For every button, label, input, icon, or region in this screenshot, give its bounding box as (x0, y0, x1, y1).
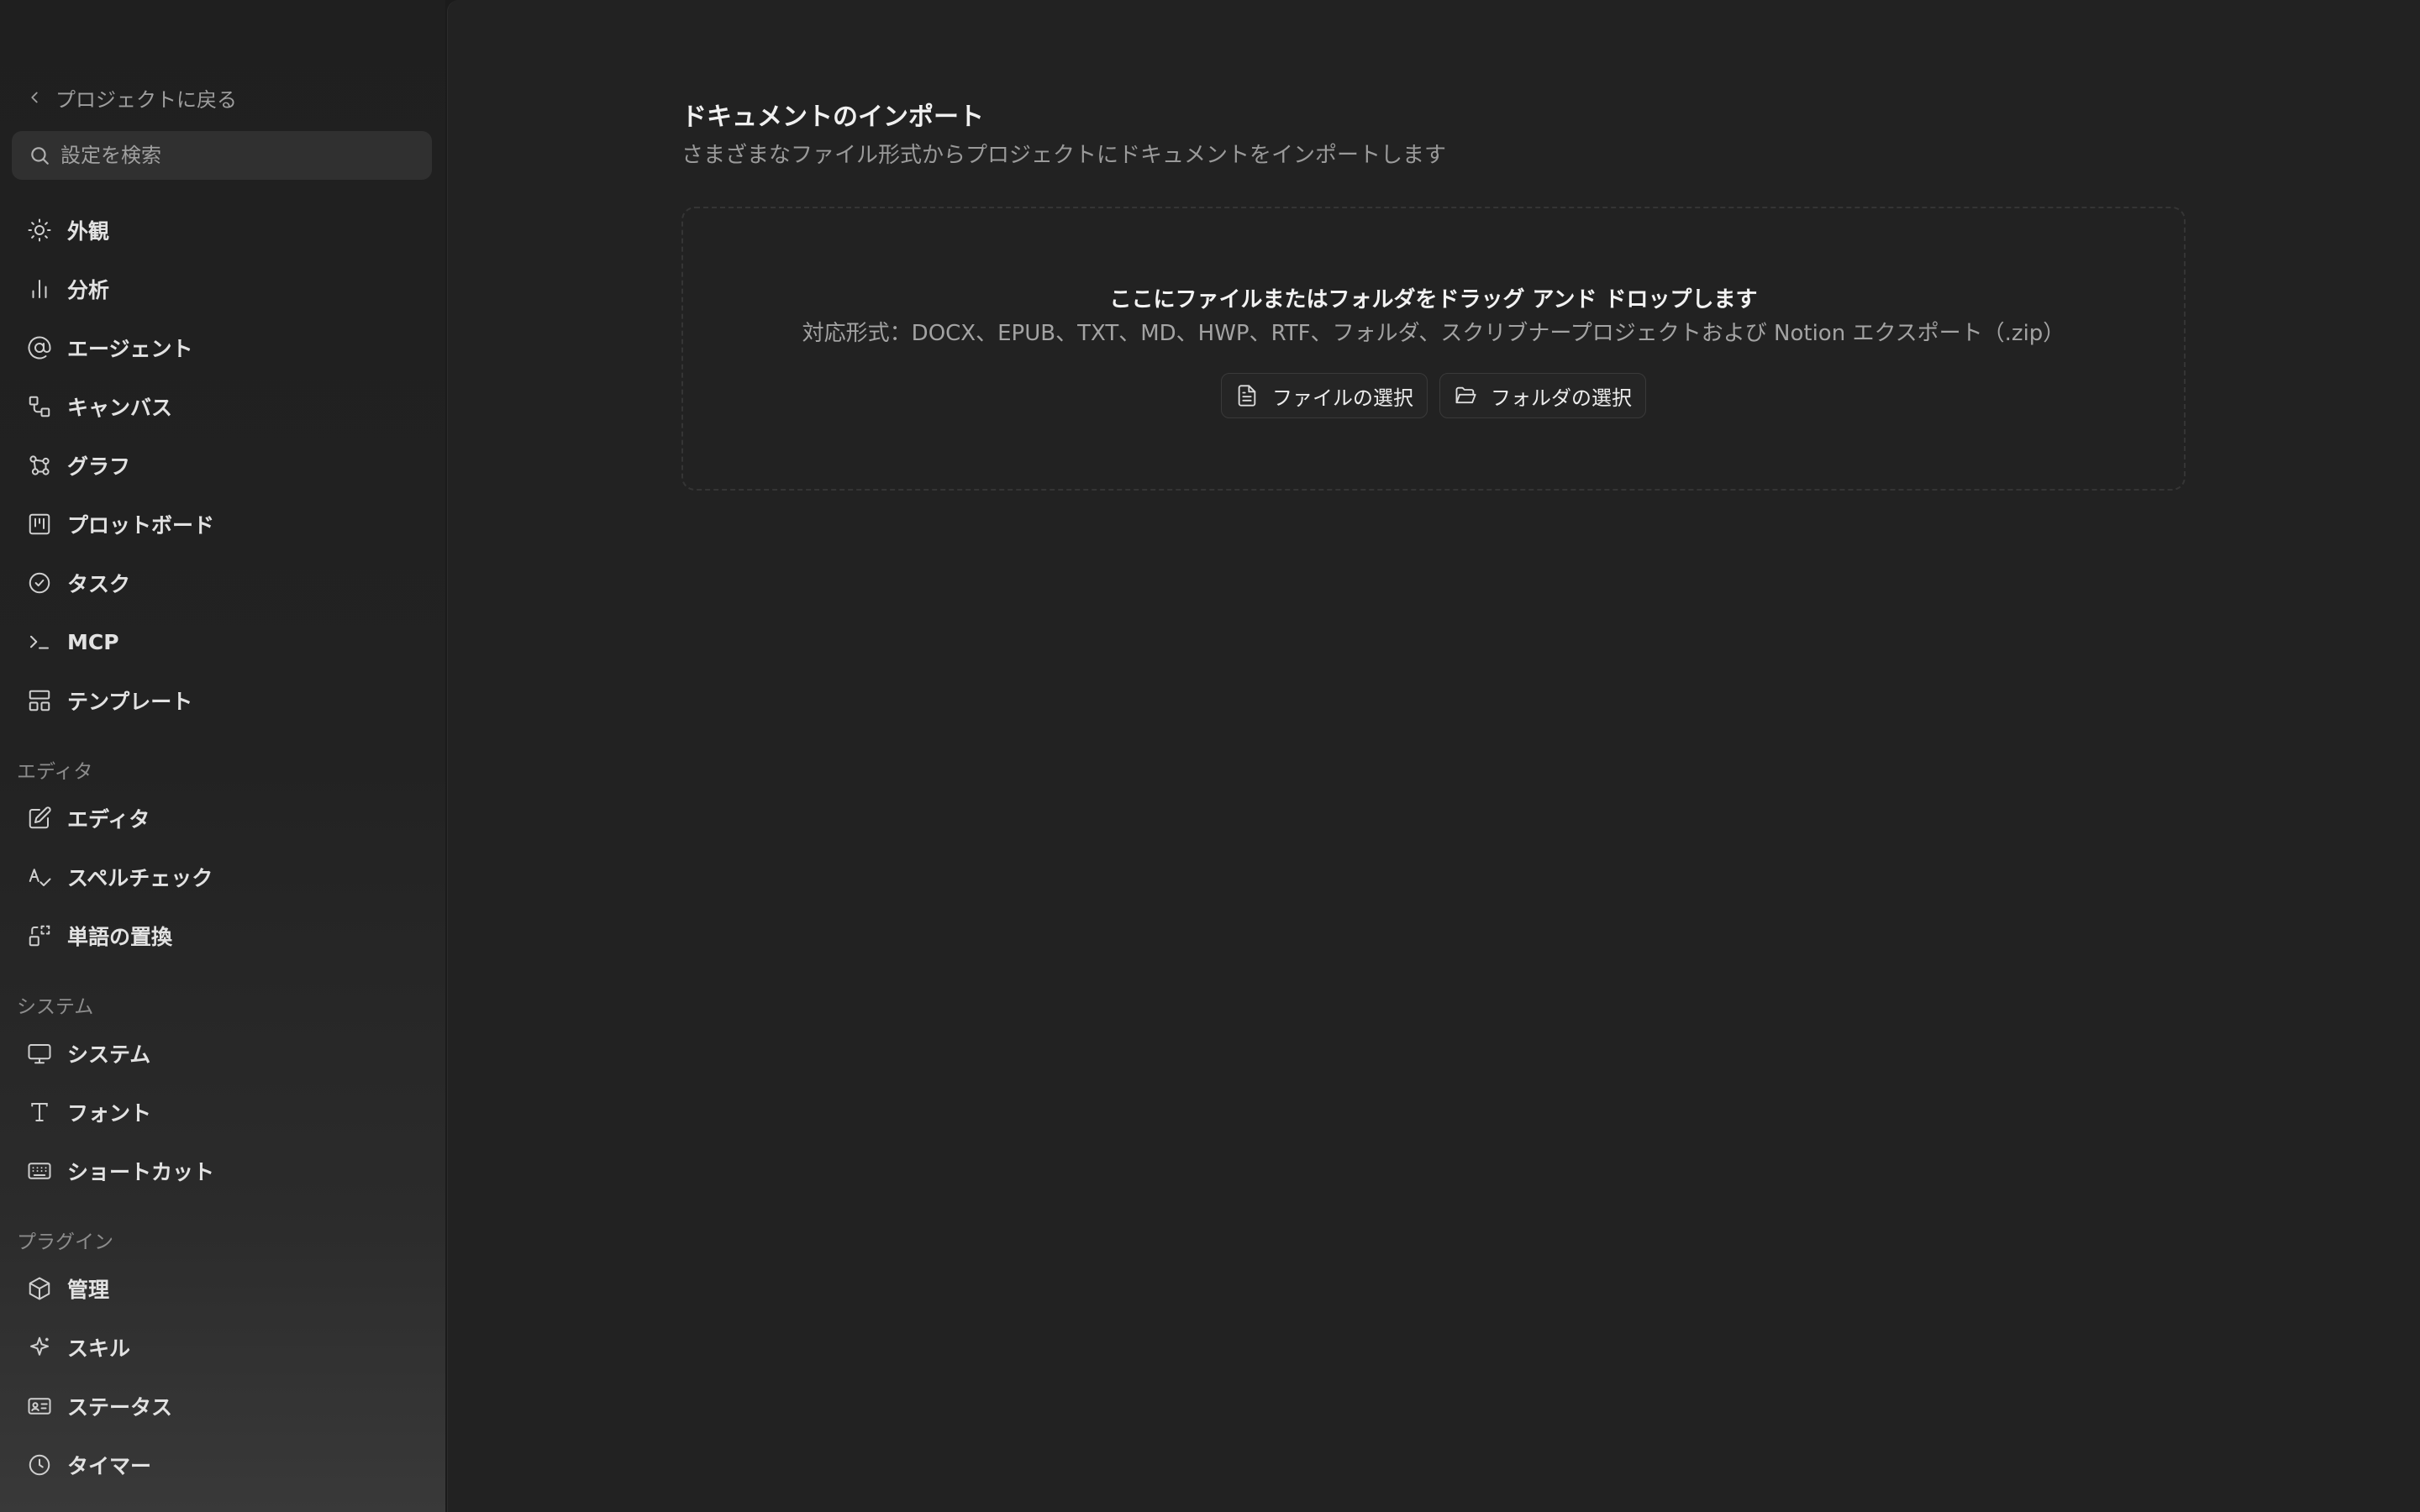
import-dropzone[interactable]: ここにファイルまたはフォルダをドラッグ アンド ドロップします 対応形式：DOC… (681, 207, 2186, 491)
spell-check-icon (29, 869, 51, 886)
back-label: プロジェクトに戻る (55, 87, 237, 112)
sidebar-item-label: テンプレート (67, 690, 193, 714)
sidebar-item-label: ステータス (67, 1395, 173, 1420)
sidebar-item-label: 外観 (67, 219, 110, 244)
back-to-project-link[interactable]: プロジェクトに戻る (25, 81, 237, 114)
sidebar-item-manage[interactable]: 管理 (12, 1264, 432, 1313)
sidebar-item-tasks[interactable]: タスク (12, 559, 432, 607)
sidebar-item-skills[interactable]: スキル (12, 1323, 432, 1372)
sidebar-item-appearance[interactable]: 外観 (12, 206, 432, 255)
layout-icon (29, 690, 50, 711)
sidebar-item-mcp[interactable]: MCP (12, 617, 432, 666)
sidebar-item-label: フォント (67, 1101, 152, 1126)
sidebar-item-editor[interactable]: エディタ (12, 794, 432, 843)
section-label-system: システム (17, 996, 94, 1018)
terminal-icon (30, 635, 49, 649)
sidebar-item-label: グラフ (67, 454, 131, 479)
sparkle-icon (30, 1336, 49, 1356)
sidebar-item-label: ショートカット (67, 1160, 215, 1184)
dropzone-actions: ファイルの選択 フォルダの選択 (683, 373, 2184, 418)
page-title: ドキュメントのインポート (681, 102, 984, 132)
file-icon (1238, 385, 1256, 407)
sidebar-item-templates[interactable]: テンプレート (12, 676, 432, 725)
sidebar-item-label: キャンバス (67, 396, 173, 420)
sidebar-item-agent[interactable]: エージェント (12, 323, 432, 372)
bar-chart-icon (32, 280, 47, 298)
select-folder-button[interactable]: フォルダの選択 (1439, 373, 1646, 418)
at-sign-icon (28, 336, 51, 360)
select-file-label: ファイルの選択 (1272, 386, 1413, 410)
sidebar-item-graph[interactable]: グラフ (12, 441, 432, 490)
sidebar-item-shortcuts[interactable]: ショートカット (12, 1147, 432, 1195)
id-card-icon (28, 1398, 51, 1415)
canvas-icon (29, 396, 50, 417)
sidebar-item-label: エージェント (67, 337, 193, 361)
package-icon (29, 1277, 50, 1300)
settings-sidebar: プロジェクトに戻る 外観 分析 エージェント キャンバス グラフ (0, 0, 445, 1512)
sidebar-item-canvas[interactable]: キャンバス (12, 382, 432, 431)
sidebar-item-label: プロットボード (67, 513, 215, 538)
sidebar-item-fonts[interactable]: フォント (12, 1088, 432, 1137)
settings-window: プロジェクトに戻る 外観 分析 エージェント キャンバス グラフ (0, 0, 2420, 1512)
folder-open-icon (1455, 386, 1476, 404)
monitor-icon (28, 1044, 51, 1064)
edit-icon (29, 806, 51, 829)
page-subtitle: さまざまなファイル形式からプロジェクトにドキュメントをインポートします (681, 143, 1447, 168)
sidebar-item-label: スペルチェック (67, 866, 213, 890)
graph-icon (29, 455, 50, 475)
replace-icon (29, 925, 50, 947)
clock-icon (29, 1454, 50, 1476)
sidebar-item-label: タイマー (67, 1454, 152, 1478)
sidebar-item-label: タスク (67, 572, 131, 596)
sun-icon (28, 218, 51, 242)
check-circle-icon (29, 572, 50, 594)
chevron-left-icon (31, 92, 38, 103)
sidebar-item-label: 単語の置換 (67, 925, 173, 949)
section-label-plugins: プラグイン (17, 1231, 113, 1253)
dropzone-title: ここにファイルまたはフォルダをドラッグ アンド ドロップします (1109, 287, 1758, 312)
sidebar-item-label: エディタ (67, 807, 150, 832)
sidebar-item-label: 管理 (67, 1278, 110, 1302)
section-label-editor: エディタ (17, 761, 93, 783)
search-input[interactable] (60, 144, 422, 167)
sidebar-item-system[interactable]: システム (12, 1029, 432, 1078)
type-icon (31, 1103, 48, 1121)
settings-content: ドキュメントのインポート さまざまなファイル形式からプロジェクトにドキュメントを… (447, 0, 2420, 1512)
sidebar-item-analytics[interactable]: 分析 (12, 265, 432, 313)
sidebar-item-label: システム (67, 1042, 151, 1067)
select-folder-label: フォルダの選択 (1491, 386, 1632, 410)
search-icon (31, 147, 49, 165)
keyboard-icon (28, 1163, 51, 1179)
sidebar-item-plotboard[interactable]: プロットボード (12, 500, 432, 549)
sidebar-item-label: MCP (67, 629, 119, 654)
sidebar-item-label: スキル (67, 1336, 131, 1361)
sidebar-item-spellcheck[interactable]: スペルチェック (12, 853, 432, 901)
sidebar-item-timer[interactable]: タイマー (12, 1441, 432, 1489)
settings-search[interactable] (12, 131, 432, 180)
kanban-icon (29, 513, 50, 535)
sidebar-item-label: 分析 (67, 278, 110, 302)
sidebar-item-status[interactable]: ステータス (12, 1382, 432, 1431)
supported-formats-text: 対応形式：DOCX、EPUB、TXT、MD、HWP、RTF、フォルダ、スクリブナ… (802, 321, 2065, 346)
select-file-button[interactable]: ファイルの選択 (1221, 373, 1428, 418)
sidebar-item-word-replace[interactable]: 単語の置換 (12, 911, 432, 960)
